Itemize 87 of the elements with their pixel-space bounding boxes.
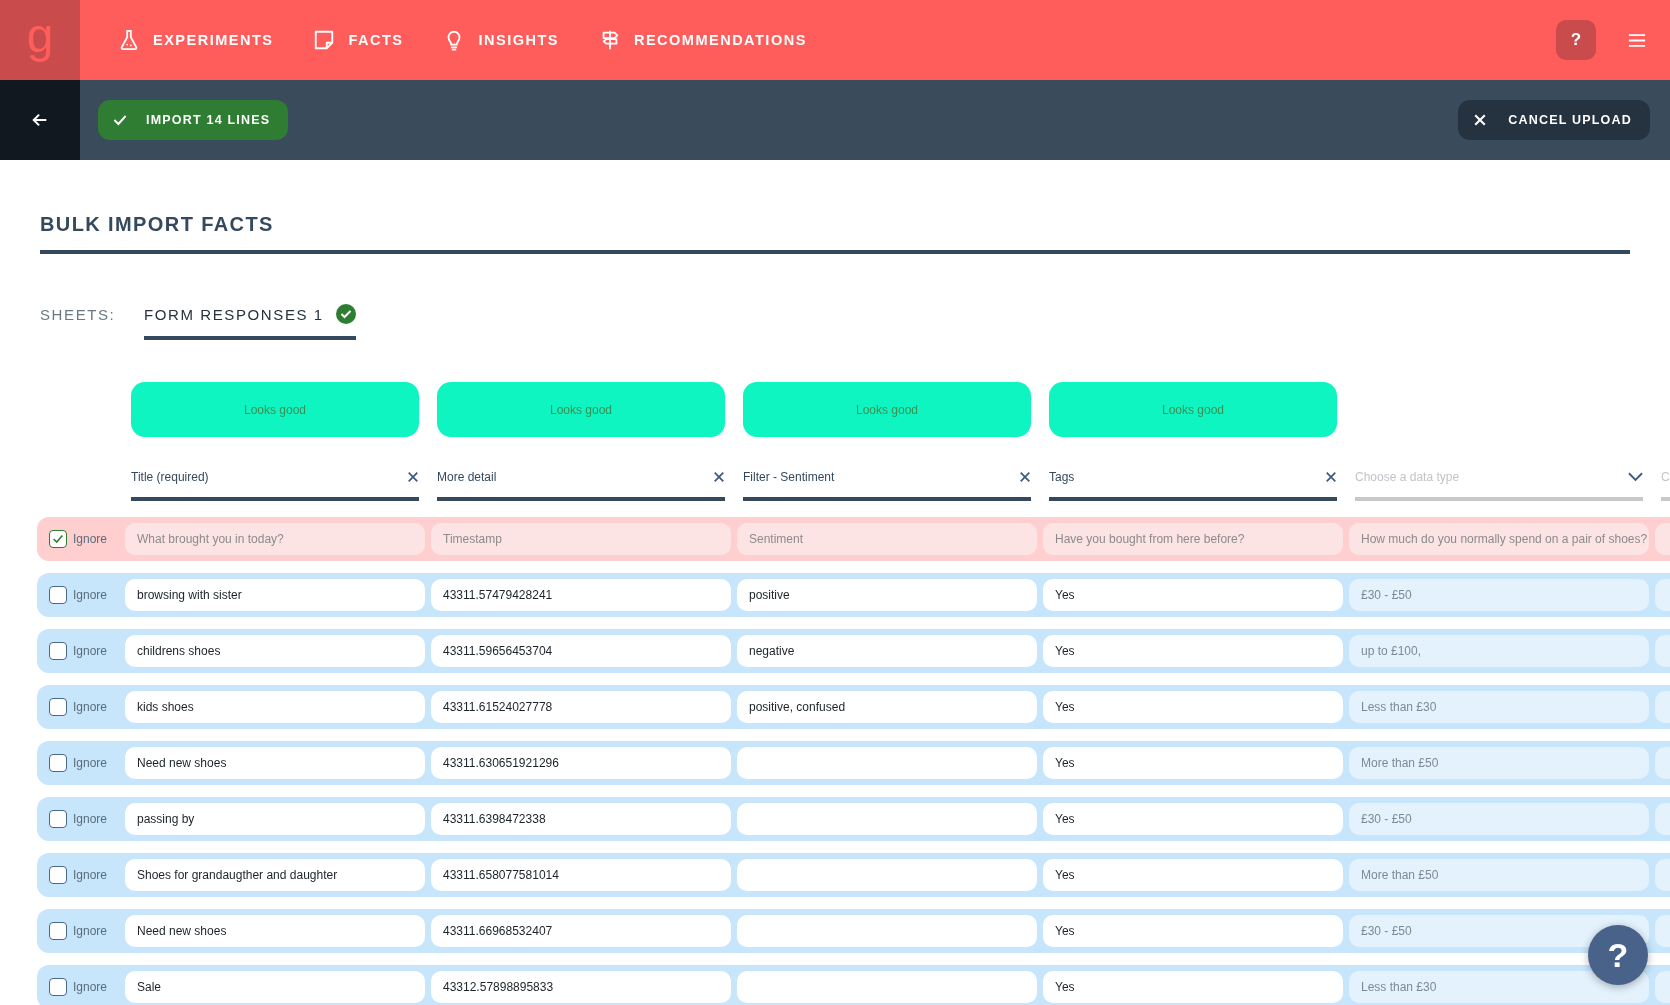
table-cell: £30 - £50 — [1349, 579, 1649, 611]
ignore-checkbox[interactable] — [49, 978, 67, 996]
table-cell: Sentiment — [737, 523, 1037, 555]
table-cell: positive, confused — [737, 691, 1037, 723]
table-cell: Yes — [1043, 691, 1343, 723]
column-select[interactable]: Choose a data type — [1355, 457, 1643, 501]
clear-icon[interactable] — [713, 471, 725, 483]
table-cell: Yes — [1043, 915, 1343, 947]
table-cell: 43311.59656453704 — [431, 635, 731, 667]
table-cell: Have you bought from here before? — [1043, 523, 1343, 555]
nav-link[interactable]: RECOMMENDATIONS — [598, 29, 807, 51]
ignore-checkbox[interactable] — [49, 530, 67, 548]
table-cell: 43311.61524027778 — [431, 691, 731, 723]
table-cell: Yes — [1043, 747, 1343, 779]
table-cell: Yes — [1043, 859, 1343, 891]
ignore-checkbox[interactable] — [49, 810, 67, 828]
ignore-label: Ignore — [73, 700, 108, 714]
clear-icon[interactable] — [1325, 471, 1337, 483]
nav-link[interactable]: INSIGHTS — [443, 29, 559, 51]
page-title: BULK IMPORT FACTS — [40, 213, 1630, 254]
table-cell: negative — [737, 635, 1037, 667]
table-cell: 43311.6398472338 — [431, 803, 731, 835]
nav-link[interactable]: FACTS — [313, 29, 404, 51]
sheet-tab[interactable]: FORM RESPONSES 1 — [144, 304, 356, 340]
table-cell: passing by — [125, 803, 425, 835]
ignore-checkbox[interactable] — [49, 642, 67, 660]
table-cell: browsing with sister — [125, 579, 425, 611]
table-cell: 43311.66968532407 — [431, 915, 731, 947]
table-cell: Shoes for grandaugther and daughter — [125, 859, 425, 891]
table-cell: What brought you in today? — [125, 523, 425, 555]
table-cell: Yes — [1043, 971, 1343, 1003]
table-cell: More than £50 — [1349, 747, 1649, 779]
table-cell: Less than £30 — [1349, 971, 1649, 1003]
ignore-label: Ignore — [73, 812, 108, 826]
table-cell: 43311.630651921296 — [431, 747, 731, 779]
table-cell: Need new shoes — [125, 747, 425, 779]
nav-link[interactable]: EXPERIMENTS — [118, 29, 274, 51]
status-button[interactable]: Looks good — [131, 382, 419, 437]
table-cell: kids shoes — [125, 691, 425, 723]
table-cell: Need new shoes — [125, 915, 425, 947]
table-cell: More than £50 — [1349, 859, 1649, 891]
table-cell: Yes — [1043, 579, 1343, 611]
ignore-checkbox[interactable] — [49, 866, 67, 884]
ignore-label: Ignore — [73, 868, 108, 882]
clear-icon[interactable] — [1019, 471, 1031, 483]
status-button[interactable]: Looks good — [1049, 382, 1337, 437]
ignore-label: Ignore — [73, 532, 108, 546]
ignore-checkbox[interactable] — [49, 922, 67, 940]
ignore-label: Ignore — [73, 756, 108, 770]
column-select[interactable]: Filter - Sentiment — [743, 457, 1031, 501]
table-cell: 43311.658077581014 — [431, 859, 731, 891]
ignore-label: Ignore — [73, 644, 108, 658]
table-cell: Yes — [1043, 635, 1343, 667]
chevron-down-icon[interactable] — [1628, 472, 1643, 482]
clear-icon[interactable] — [407, 471, 419, 483]
flask-icon — [118, 29, 140, 51]
back-arrow-icon — [31, 111, 49, 129]
sticky-note-icon — [313, 29, 336, 51]
help-button[interactable]: ? — [1556, 20, 1596, 60]
ignore-label: Ignore — [73, 980, 108, 994]
ignore-checkbox[interactable] — [49, 754, 67, 772]
ignore-label: Ignore — [73, 588, 108, 602]
status-button[interactable]: Looks good — [743, 382, 1031, 437]
column-select[interactable]: C — [1661, 457, 1670, 501]
import-button[interactable]: IMPORT 14 LINES — [98, 100, 289, 140]
table-cell: Timestamp — [431, 523, 731, 555]
sheets-label: SHEETS: — [40, 305, 117, 325]
table-cell: positive — [737, 579, 1037, 611]
table-cell: Sale — [125, 971, 425, 1003]
status-button[interactable]: Looks good — [437, 382, 725, 437]
table-cell: How much do you normally spend on a pair of shoes? — [1349, 523, 1649, 555]
table-cell: childrens shoes — [125, 635, 425, 667]
checkmark-icon — [51, 532, 65, 546]
table-cell: £30 - £50 — [1349, 803, 1649, 835]
column-select[interactable]: Tags — [1049, 457, 1337, 501]
table-cell: Less than £30 — [1349, 691, 1649, 723]
menu-icon[interactable] — [1628, 32, 1646, 48]
column-select[interactable]: Title (required) — [131, 457, 419, 501]
table-cell: Yes — [1043, 803, 1343, 835]
cancel-upload-button[interactable]: CANCEL UPLOAD — [1458, 100, 1650, 140]
ignore-checkbox[interactable] — [49, 698, 67, 716]
table-cell: 43311.57479428241 — [431, 579, 731, 611]
column-select[interactable]: More detail — [437, 457, 725, 501]
ignore-checkbox[interactable] — [49, 586, 67, 604]
table-cell: 43312.57898895833 — [431, 971, 731, 1003]
table-cell: up to £100, — [1349, 635, 1649, 667]
ignore-label: Ignore — [73, 924, 108, 938]
